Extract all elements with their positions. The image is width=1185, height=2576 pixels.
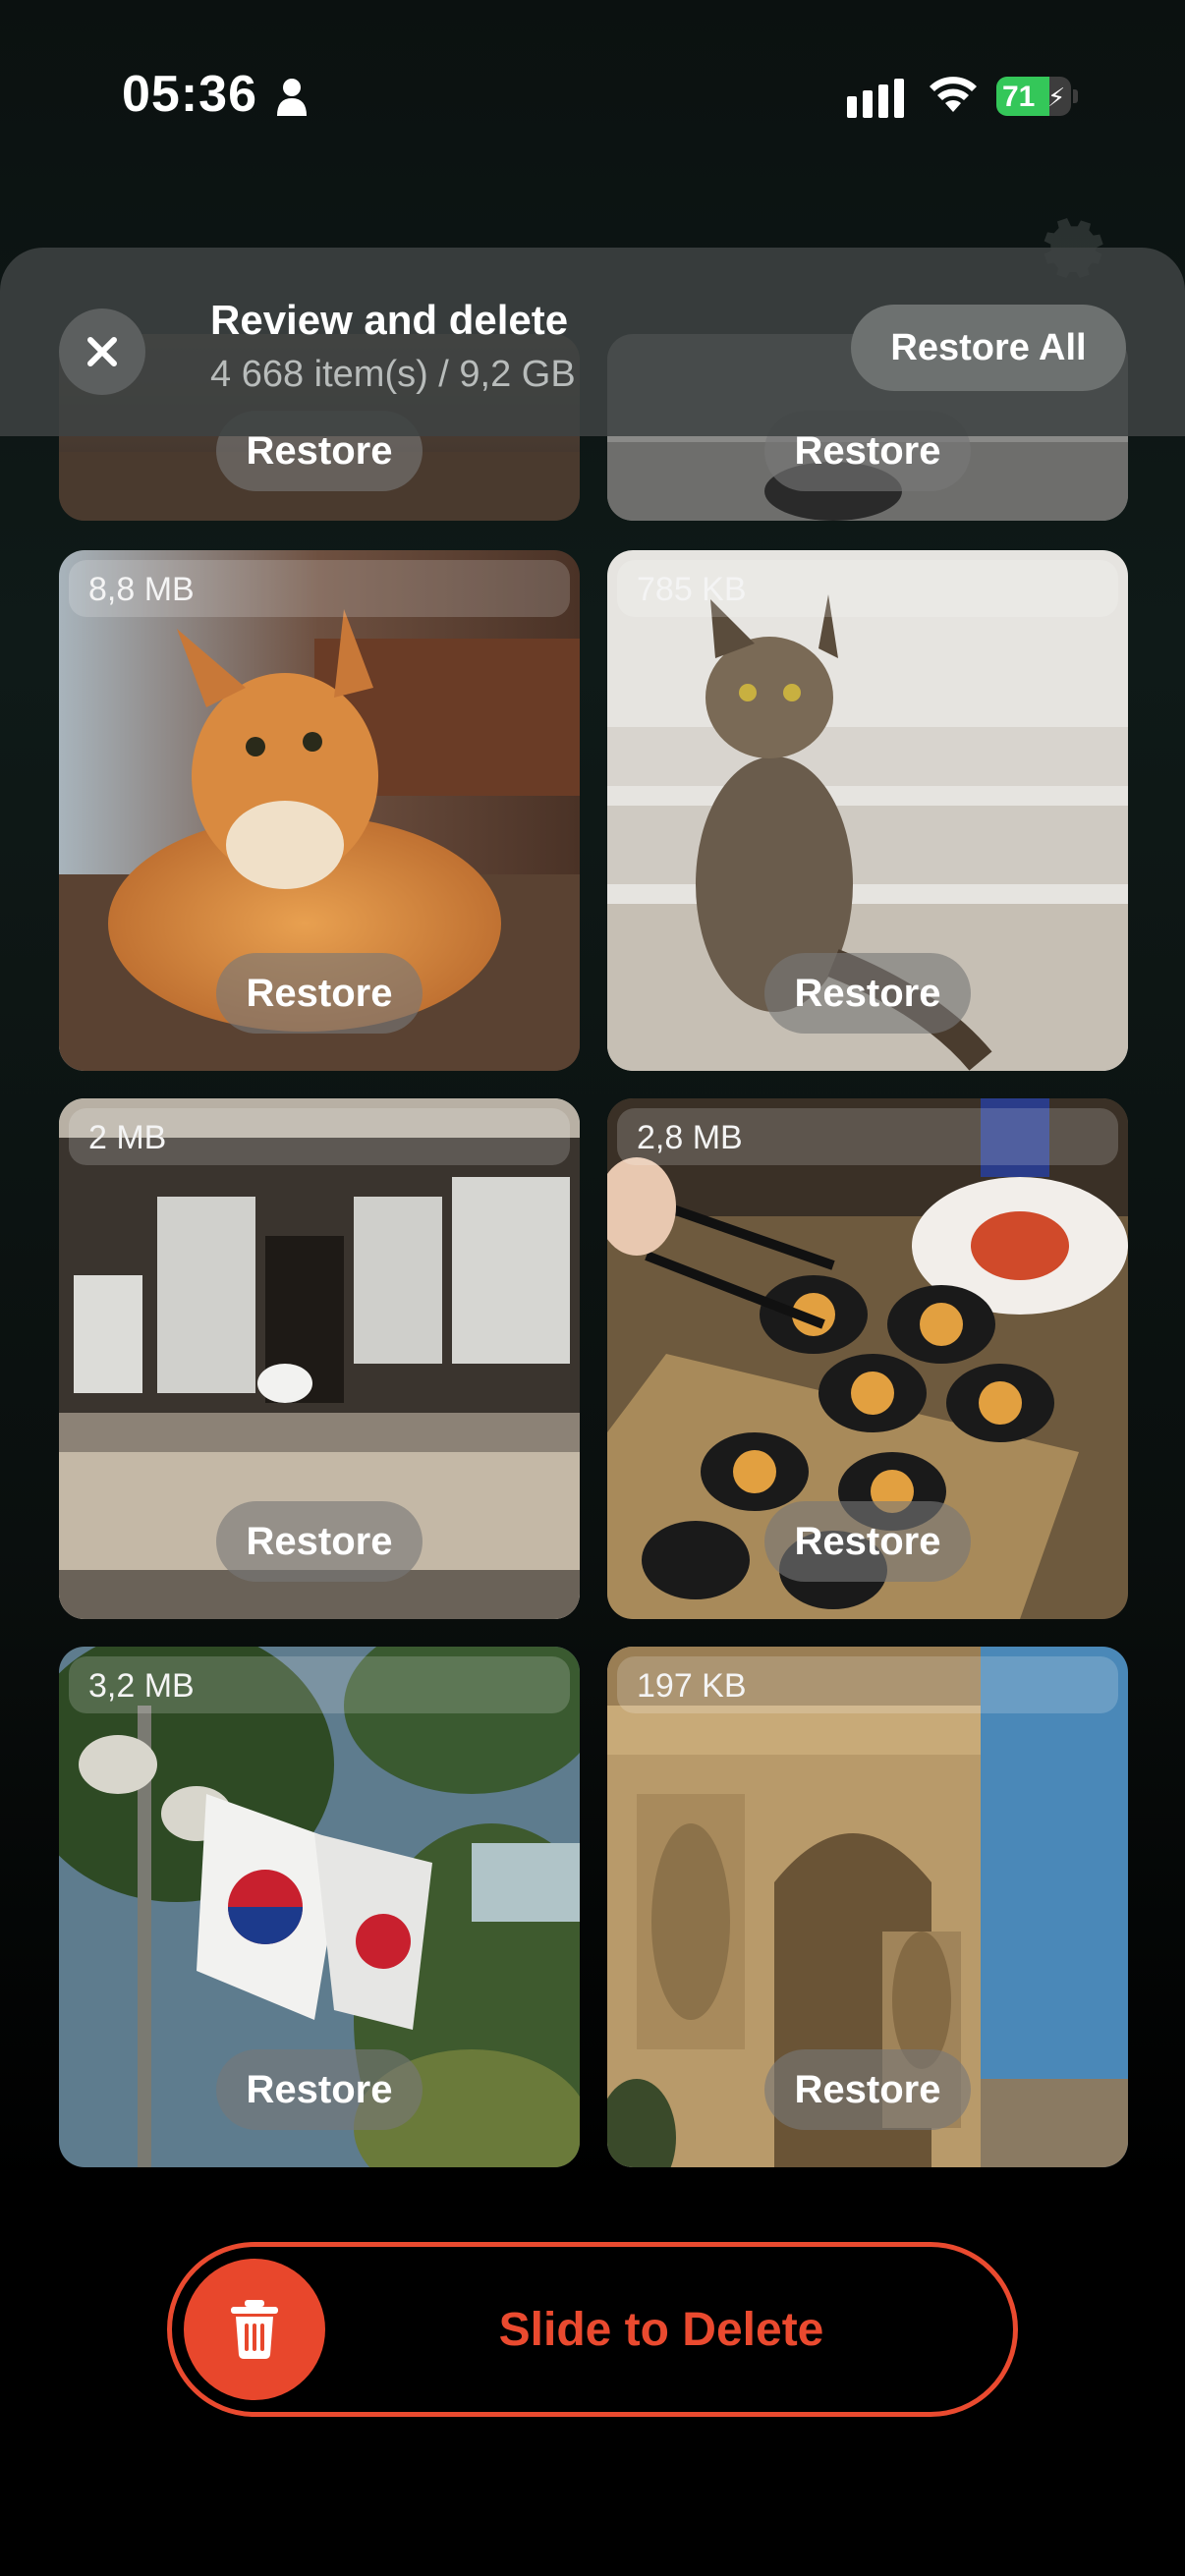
file-size-badge: 2,8 MB — [617, 1108, 1118, 1165]
review-header: Review and delete 4 668 item(s) / 9,2 GB… — [0, 248, 1185, 436]
close-button[interactable] — [59, 308, 145, 395]
slide-to-delete-track[interactable]: Slide to Delete — [167, 2242, 1018, 2417]
photo-tile[interactable]: 785 KB Restore — [607, 550, 1128, 1071]
restore-button[interactable]: Restore — [764, 2049, 971, 2130]
file-size-badge: 197 KB — [617, 1656, 1118, 1713]
slide-handle[interactable] — [184, 2259, 325, 2400]
restore-button[interactable]: Restore — [216, 2049, 423, 2130]
file-size-badge: 785 KB — [617, 560, 1118, 617]
file-size-badge: 2 MB — [69, 1108, 570, 1165]
item-count-summary: 4 668 item(s) / 9,2 GB — [210, 354, 576, 395]
photo-tile[interactable]: 2 MB Restore — [59, 1098, 580, 1619]
photo-tile[interactable]: 3,2 MB Restore — [59, 1647, 580, 2167]
restore-button[interactable]: Restore — [216, 1501, 423, 1582]
close-icon — [87, 337, 117, 366]
trash-icon — [231, 2300, 278, 2359]
photo-tile[interactable]: 2,8 MB Restore — [607, 1098, 1128, 1619]
restore-button[interactable]: Restore — [764, 953, 971, 1034]
file-size-badge: 8,8 MB — [69, 560, 570, 617]
restore-all-button[interactable]: Restore All — [851, 305, 1126, 391]
page-title: Review and delete — [210, 297, 569, 343]
photo-tile[interactable]: 197 KB Restore — [607, 1647, 1128, 2167]
restore-button[interactable]: Restore — [764, 1501, 971, 1582]
screen: Restore Restore 8,8 MB Restore 785 KB Re… — [0, 0, 1185, 2576]
restore-button[interactable]: Restore — [216, 953, 423, 1034]
file-size-badge: 3,2 MB — [69, 1656, 570, 1713]
photo-tile[interactable]: 8,8 MB Restore — [59, 550, 580, 1071]
